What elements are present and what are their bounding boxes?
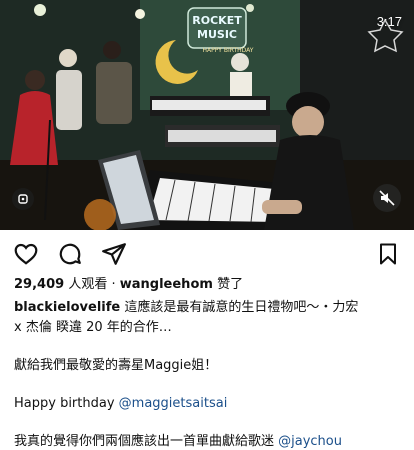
post-meta: 29,409 人观看 · wangleehom 赞了 (14, 276, 406, 294)
caption-line-5-text: 我真的覺得你們兩個應該出一首單曲獻給歌迷 (14, 434, 279, 449)
banner-text: HAPPY BIRTHDAY (203, 47, 254, 54)
mention-jaychou[interactable]: @jaychou (278, 434, 342, 449)
like-button[interactable] (12, 240, 40, 268)
caption-line-2: x 杰倫 睽違 20 年的合作… (14, 320, 172, 335)
meta-separator: · (111, 277, 116, 292)
view-count-label: 人观看 (68, 277, 108, 292)
view-count: 29,409 (14, 277, 65, 292)
sticker-icon (18, 194, 28, 204)
share-button[interactable] (100, 240, 128, 268)
heart-icon (14, 243, 38, 265)
caption-line-1: 這應該是最有誠意的生日禮物吧～・力宏 (124, 300, 359, 315)
comment-button[interactable] (56, 240, 84, 268)
sign-text-rocket: ROCKET (192, 14, 242, 27)
author-username[interactable]: blackielovelife (14, 300, 120, 315)
comment-icon (59, 243, 81, 265)
post-actions-bar (0, 236, 414, 272)
save-button[interactable] (374, 240, 402, 268)
caption-line-4-text: Happy birthday (14, 396, 119, 411)
mute-button[interactable] (373, 184, 401, 212)
video-player[interactable]: ROCKET MUSIC HAPPY BIRTHDAY 3:17 (0, 0, 414, 230)
stage-scene-image: ROCKET MUSIC HAPPY BIRTHDAY (0, 0, 414, 230)
bookmark-icon (380, 243, 396, 265)
video-timestamp: 3:17 (376, 14, 402, 29)
post-caption: blackielovelife 這應該是最有誠意的生日禮物吧～・力宏 x 杰倫 … (14, 298, 408, 450)
caption-line-3: 獻給我們最敬愛的壽星Maggie姐！ (14, 358, 218, 373)
sticker-button[interactable] (12, 188, 34, 210)
liked-suffix: 赞了 (217, 277, 244, 292)
speaker-muted-icon (379, 190, 395, 206)
liker-username[interactable]: wangleehom (120, 277, 213, 292)
mention-maggietsaitsai[interactable]: @maggietsaitsai (119, 396, 228, 411)
sign-text-music: MUSIC (197, 28, 237, 41)
share-icon (102, 243, 126, 265)
